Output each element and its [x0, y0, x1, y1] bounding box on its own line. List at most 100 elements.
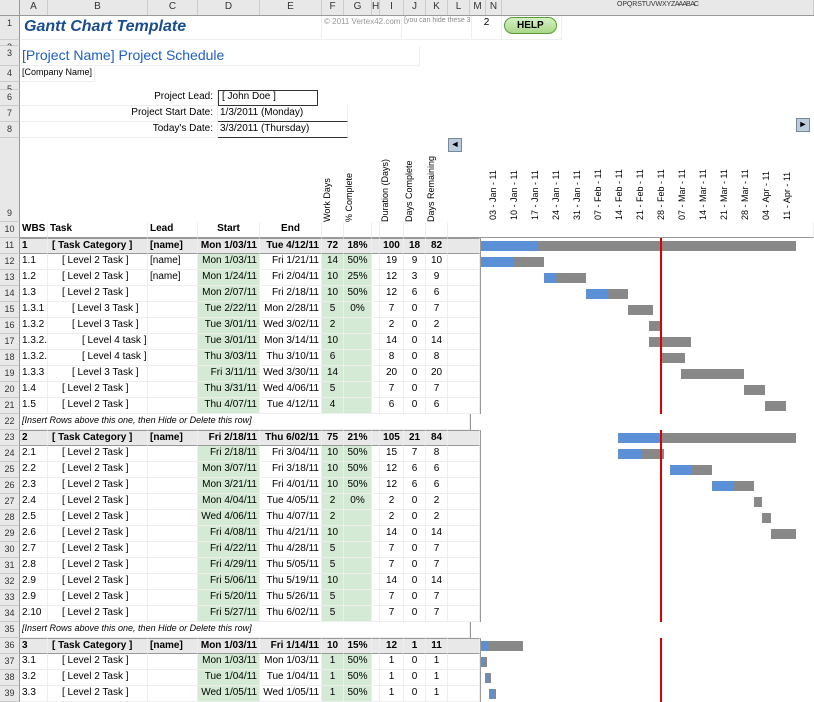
gantt-bar — [649, 321, 660, 331]
today-line — [660, 606, 662, 622]
table-row[interactable]: 14 1.3 [ Level 2 Task ] Mon 2/07/11 Fri … — [0, 286, 814, 302]
gantt-bar — [771, 529, 796, 539]
date-header: 21 - Mar - 11 — [719, 152, 740, 222]
col-F[interactable]: F — [322, 0, 344, 15]
scroll-right-icon[interactable]: ► — [796, 118, 810, 132]
today-line — [660, 526, 662, 542]
col-A[interactable]: A — [20, 0, 48, 15]
project-lead-value[interactable]: [ John Doe ] — [218, 90, 318, 106]
table-row[interactable]: 19 1.3.3 [ Level 3 Task ] Fri 3/11/11 We… — [0, 366, 814, 382]
table-row[interactable]: 36 3 [ Task Category ] [name] Mon 1/03/1… — [0, 638, 814, 654]
header-end: End — [260, 222, 322, 238]
today-line — [660, 638, 662, 654]
gantt-progress — [586, 289, 607, 299]
col-K[interactable]: K — [426, 0, 448, 15]
gantt-bar — [765, 401, 786, 411]
table-row[interactable]: 18 1.3.2.2 [ Level 4 task ] Thu 3/03/11 … — [0, 350, 814, 366]
today-line — [660, 590, 662, 606]
gantt-bar — [754, 497, 762, 507]
date-header: 07 - Mar - 11 — [677, 152, 698, 222]
date-header: 21 - Feb - 11 — [635, 152, 656, 222]
today-line — [660, 318, 662, 334]
date-header: 24 - Jan - 11 — [551, 152, 572, 222]
today-line — [660, 286, 662, 302]
table-row[interactable]: 24 2.1 [ Level 2 Task ] Fri 2/18/11 Fri … — [0, 446, 814, 462]
header-wbs: WBS — [20, 222, 48, 238]
table-row[interactable]: 37 3.1 [ Level 2 Task ] Mon 1/03/11 Mon … — [0, 654, 814, 670]
date-header: 14 - Mar - 11 — [698, 152, 719, 222]
gantt-progress — [618, 433, 660, 443]
column-headers: A B C D E F G H I J K L M N O P Q R S T … — [0, 0, 814, 16]
table-row[interactable]: 30 2.7 [ Level 2 Task ] Fri 4/22/11 Thu … — [0, 542, 814, 558]
col-B[interactable]: B — [48, 0, 148, 15]
header-lead: Lead — [148, 222, 198, 238]
today-label: Today's Date: — [20, 122, 218, 138]
gantt-progress — [485, 673, 488, 683]
col-L[interactable]: L — [448, 0, 470, 15]
table-row[interactable]: 17 1.3.2.1 [ Level 4 task ] Tue 3/01/11 … — [0, 334, 814, 350]
col-G[interactable]: G — [344, 0, 372, 15]
today-line — [660, 574, 662, 590]
gantt-progress — [481, 241, 538, 251]
date-header: 11 - Apr - 11 — [782, 152, 803, 222]
table-row[interactable]: 15 1.3.1 [ Level 3 Task ] Tue 2/22/11 Mo… — [0, 302, 814, 318]
table-row[interactable]: 26 2.3 [ Level 2 Task ] Mon 3/21/11 Fri … — [0, 478, 814, 494]
today-line — [660, 446, 662, 462]
gantt-progress — [544, 273, 555, 283]
today-line — [660, 462, 662, 478]
table-row[interactable]: 29 2.6 [ Level 2 Task ] Fri 4/08/11 Thu … — [0, 526, 814, 542]
today-value[interactable]: 3/3/2011 (Thursday) — [218, 122, 348, 138]
table-row[interactable]: 39 3.3 [ Level 2 Task ] Wed 1/05/11 Wed … — [0, 686, 814, 702]
copyright: © 2011 Vertex42.com — [322, 16, 402, 40]
table-row[interactable]: 20 1.4 [ Level 2 Task ] Thu 3/31/11 Wed … — [0, 382, 814, 398]
today-line — [660, 366, 662, 382]
row-header[interactable]: 1 — [0, 16, 20, 40]
help-button[interactable]: HELP — [504, 17, 557, 34]
today-line — [660, 334, 662, 350]
table-row[interactable]: 31 2.8 [ Level 2 Task ] Fri 4/29/11 Thu … — [0, 558, 814, 574]
col-D[interactable]: D — [198, 0, 260, 15]
table-row[interactable]: 32 2.9 [ Level 2 Task ] Fri 5/06/11 Thu … — [0, 574, 814, 590]
gantt-progress — [712, 481, 733, 491]
table-row[interactable]: 12 1.1 [ Level 2 Task ] [name] Mon 1/03/… — [0, 254, 814, 270]
table-row[interactable]: 11 1 [ Task Category ] [name] Mon 1/03/1… — [0, 238, 814, 254]
date-header: 03 - Jan - 11 — [488, 152, 509, 222]
scroll-left-icon[interactable]: ◄ — [448, 138, 462, 152]
col-I[interactable]: I — [380, 0, 404, 15]
today-line — [660, 398, 662, 414]
date-header: 07 - Feb - 11 — [593, 152, 614, 222]
company-name: [Company Name] — [20, 66, 95, 82]
today-line — [660, 542, 662, 558]
hide-hint: [you can hide these 3 columns] — [402, 16, 472, 40]
date-header: 28 - Feb - 11 — [656, 152, 677, 222]
col-N[interactable]: N — [486, 0, 502, 15]
col-H[interactable]: H — [372, 0, 380, 15]
gantt-progress — [481, 657, 484, 667]
today-line — [660, 382, 662, 398]
table-row[interactable]: 22 [Insert Rows above this one, then Hid… — [0, 414, 814, 430]
today-line — [660, 350, 662, 366]
project-start-label: Project Start Date: — [20, 106, 218, 122]
col-J[interactable]: J — [404, 0, 426, 15]
table-row[interactable]: 25 2.2 [ Level 2 Task ] Mon 3/07/11 Fri … — [0, 462, 814, 478]
col-E[interactable]: E — [260, 0, 322, 15]
col-M[interactable]: M — [470, 0, 486, 15]
today-line — [660, 478, 662, 494]
header-task: Task — [48, 222, 148, 238]
table-row[interactable]: 34 2.10 [ Level 2 Task ] Fri 5/27/11 Thu… — [0, 606, 814, 622]
table-row[interactable]: 28 2.5 [ Level 2 Task ] Wed 4/06/11 Thu … — [0, 510, 814, 526]
table-row[interactable]: 13 1.2 [ Level 2 Task ] [name] Mon 1/24/… — [0, 270, 814, 286]
col-C[interactable]: C — [148, 0, 198, 15]
gantt-bar — [481, 641, 523, 651]
table-row[interactable]: 33 2.9 [ Level 2 Task ] Fri 5/20/11 Thu … — [0, 590, 814, 606]
gantt-progress — [489, 689, 492, 699]
table-row[interactable]: 16 1.3.2 [ Level 3 Task ] Tue 3/01/11 We… — [0, 318, 814, 334]
table-row[interactable]: 27 2.4 [ Level 2 Task ] Mon 4/04/11 Tue … — [0, 494, 814, 510]
table-row[interactable]: 23 2 [ Task Category ] [name] Fri 2/18/1… — [0, 430, 814, 446]
table-row[interactable]: 21 1.5 [ Level 2 Task ] Thu 4/07/11 Tue … — [0, 398, 814, 414]
table-row[interactable]: 38 3.2 [ Level 2 Task ] Tue 1/04/11 Tue … — [0, 670, 814, 686]
date-header: 04 - Apr - 11 — [761, 152, 782, 222]
project-start-value[interactable]: 1/3/2011 (Monday) — [218, 106, 348, 122]
today-line — [660, 302, 662, 318]
header-pct: % Complete — [344, 152, 372, 222]
